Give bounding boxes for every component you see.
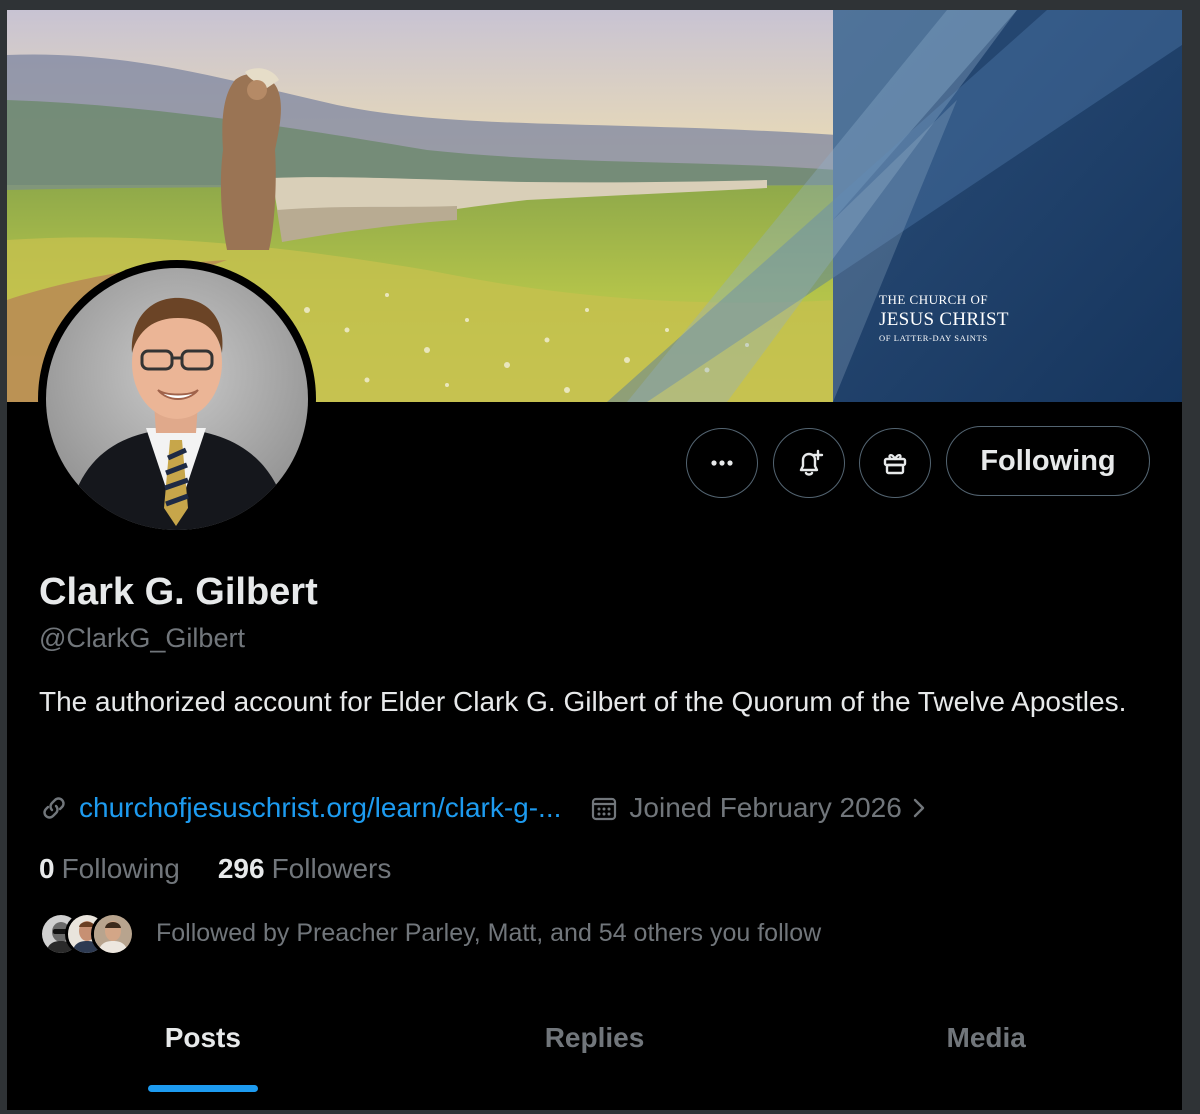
followers-count: 296 xyxy=(217,853,265,884)
profile-meta: churchofjesuschrist.org/learn/clark-g-..… xyxy=(39,788,928,828)
website-url[interactable]: churchofjesuschrist.org/learn/clark-g-..… xyxy=(79,792,561,824)
joined-text: Joined February 2026 xyxy=(629,792,902,823)
gift-icon xyxy=(883,454,907,475)
profile-page: THE CHURCH OF JESUS CHRIST OF LATTER-DAY… xyxy=(7,10,1182,1110)
more-button[interactable] xyxy=(686,428,758,498)
gift-button[interactable] xyxy=(859,428,931,498)
more-horizontal-icon xyxy=(711,460,733,466)
profile-avatar[interactable] xyxy=(38,260,316,538)
church-logo: THE CHURCH OF JESUS CHRIST OF LATTER-DAY… xyxy=(879,292,1009,343)
mutual-avatars xyxy=(39,908,135,958)
mutual-avatar xyxy=(91,912,135,956)
link-icon xyxy=(43,797,65,819)
following-button[interactable]: Following xyxy=(946,426,1150,496)
profile-name: Clark G. Gilbert xyxy=(39,571,318,613)
profile-bio: The authorized account for Elder Clark G… xyxy=(39,686,1127,717)
tab-replies[interactable]: Replies xyxy=(399,1000,791,1100)
church-logo-line2: JESUS CHRIST xyxy=(879,309,1009,330)
profile-handle: @ClarkG_Gilbert xyxy=(39,623,245,653)
followed-by[interactable]: Followed by Preacher Parley, Matt, and 5… xyxy=(39,908,821,958)
bell-plus-icon xyxy=(799,449,824,476)
tab-label: Media xyxy=(946,1022,1026,1053)
joined-date[interactable]: Joined February 2026 xyxy=(589,792,927,824)
followers-stat[interactable]: 296 Followers xyxy=(218,853,392,885)
tab-label: Replies xyxy=(544,1022,645,1053)
followed-by-text: Followed by Preacher Parley, Matt, and 5… xyxy=(156,918,822,947)
profile-stats: 0 Following 296 Followers xyxy=(39,853,391,885)
church-logo-line3: OF LATTER-DAY SAINTS xyxy=(879,333,988,343)
profile-tabs: Posts Replies Media xyxy=(7,1000,1182,1100)
tab-posts[interactable]: Posts xyxy=(7,1000,399,1100)
following-label: Following xyxy=(61,853,180,884)
tab-media[interactable]: Media xyxy=(790,1000,1182,1100)
notifications-button[interactable] xyxy=(773,428,845,498)
followers-label: Followers xyxy=(271,853,392,884)
website-link[interactable]: churchofjesuschrist.org/learn/clark-g-..… xyxy=(39,792,561,824)
following-count: 0 xyxy=(39,853,55,884)
church-logo-line1: THE CHURCH OF xyxy=(879,292,989,307)
following-stat[interactable]: 0 Following xyxy=(39,853,180,885)
calendar-icon xyxy=(592,797,617,821)
avatar-photo xyxy=(46,268,308,530)
active-tab-indicator xyxy=(147,1085,258,1092)
chevron-right-icon xyxy=(913,798,925,818)
